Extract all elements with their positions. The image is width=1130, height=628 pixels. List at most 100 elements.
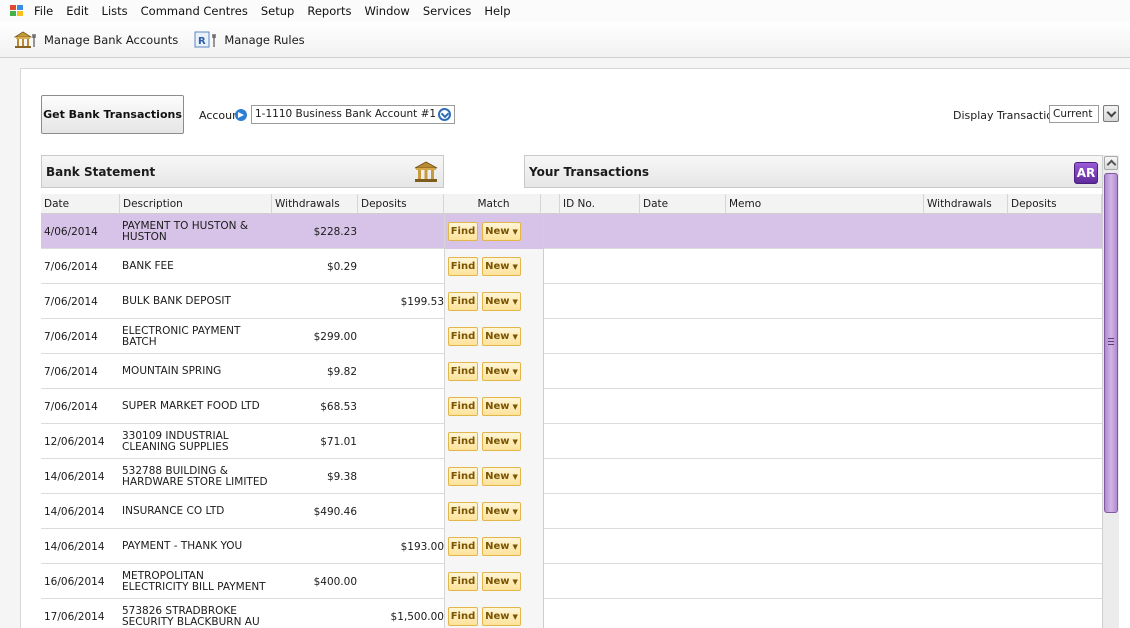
new-button[interactable]: New ▼ xyxy=(482,327,521,346)
new-button[interactable]: New ▼ xyxy=(482,362,521,381)
row-withdrawal xyxy=(273,599,357,628)
caret-down-icon: ▼ xyxy=(512,367,518,376)
menu-window[interactable]: Window xyxy=(364,4,409,18)
row-description: PAYMENT - THANK YOU xyxy=(122,540,243,552)
row-deposit: $193.00 xyxy=(400,540,444,553)
table-row[interactable]: 7/06/2014 BANK FEE $0.29 Find New ▼ xyxy=(41,249,1102,284)
new-button[interactable]: New ▼ xyxy=(482,257,521,276)
table-row[interactable]: 7/06/2014 BULK BANK DEPOSIT $199.53 Find New… xyxy=(41,284,1102,319)
table-row[interactable]: 4/06/2014 PAYMENT TO HUSTON & HUSTON $228.… xyxy=(41,214,1102,249)
row-withdrawal xyxy=(273,284,357,319)
col-flag[interactable] xyxy=(541,194,560,214)
caret-down-icon: ▼ xyxy=(512,332,518,341)
col-id-no[interactable]: ID No. xyxy=(560,194,640,214)
find-button[interactable]: Find xyxy=(448,327,478,346)
menu-file[interactable]: File xyxy=(34,4,53,18)
scroll-up-icon[interactable] xyxy=(1104,156,1118,170)
row-description: ELECTRONIC PAYMENT BATCH xyxy=(122,324,241,348)
col-your-withdrawals[interactable]: Withdrawals xyxy=(924,194,1008,214)
account-arrow-icon[interactable] xyxy=(235,109,247,121)
menu-services[interactable]: Services xyxy=(423,4,472,18)
account-select[interactable]: 1-1110 Business Bank Account #1 xyxy=(251,105,455,124)
find-button[interactable]: Find xyxy=(448,222,478,241)
find-button[interactable]: Find xyxy=(448,502,478,521)
table-row[interactable]: 17/06/2014 573826 STRADBROKE SECURITY BLA… xyxy=(41,599,1102,628)
find-button[interactable]: Find xyxy=(448,257,478,276)
find-button[interactable]: Find xyxy=(448,467,478,486)
table-row[interactable]: 7/06/2014 MOUNTAIN SPRING $9.82 Find New ▼ xyxy=(41,354,1102,389)
get-bank-transactions-button[interactable]: Get Bank Transactions xyxy=(41,95,184,134)
find-button[interactable]: Find xyxy=(448,537,478,556)
menu-reports[interactable]: Reports xyxy=(307,4,351,18)
your-transactions-title: Your Transactions xyxy=(529,164,650,179)
find-button[interactable]: Find xyxy=(448,397,478,416)
menu-command-centres[interactable]: Command Centres xyxy=(141,4,248,18)
table-row[interactable]: 14/06/2014 532788 BUILDING & HARDWARE STO… xyxy=(41,459,1102,494)
find-button[interactable]: Find xyxy=(448,607,478,626)
new-button-label: New xyxy=(485,331,510,342)
row-date: 14/06/2014 xyxy=(44,505,105,518)
row-withdrawal: $9.38 xyxy=(326,470,357,483)
row-date: 4/06/2014 xyxy=(44,225,98,238)
row-deposit xyxy=(360,494,444,529)
chevron-down-icon[interactable] xyxy=(438,108,451,121)
row-match: Find New ▼ xyxy=(444,494,544,529)
scroll-thumb[interactable] xyxy=(1104,173,1118,513)
table-row[interactable]: 14/06/2014 INSURANCE CO LTD $490.46 Find New… xyxy=(41,494,1102,529)
col-withdrawals[interactable]: Withdrawals xyxy=(272,194,358,214)
ar-badge-icon[interactable]: AR xyxy=(1074,162,1098,184)
col-memo[interactable]: Memo xyxy=(726,194,924,214)
find-button[interactable]: Find xyxy=(448,292,478,311)
row-description: 330109 INDUSTRIAL CLEANING SUPPLIES xyxy=(122,429,229,453)
row-match: Find New ▼ xyxy=(444,319,544,354)
new-button[interactable]: New ▼ xyxy=(482,607,521,626)
row-withdrawal: $0.29 xyxy=(326,260,357,273)
row-withdrawal: $299.00 xyxy=(313,330,357,343)
new-button[interactable]: New ▼ xyxy=(482,397,521,416)
table-row[interactable]: 7/06/2014 SUPER MARKET FOOD LTD $68.53 Find… xyxy=(41,389,1102,424)
col-date[interactable]: Date xyxy=(41,194,120,214)
menu-edit[interactable]: Edit xyxy=(66,4,88,18)
row-date: 14/06/2014 xyxy=(44,470,105,483)
row-description: METROPOLITAN ELECTRICITY BILL PAYMENT xyxy=(122,569,266,593)
row-date: 14/06/2014 xyxy=(44,540,105,553)
col-select[interactable] xyxy=(524,194,541,214)
your-transactions-column-headers: ID No. Date Memo Withdrawals Deposits xyxy=(524,194,1102,214)
menu-lists[interactable]: Lists xyxy=(102,4,128,18)
row-deposit xyxy=(360,389,444,424)
find-button[interactable]: Find xyxy=(448,362,478,381)
find-button[interactable]: Find xyxy=(448,432,478,451)
new-button-label: New xyxy=(485,366,510,377)
new-button[interactable]: New ▼ xyxy=(482,537,521,556)
new-button[interactable]: New ▼ xyxy=(482,572,521,591)
new-button[interactable]: New ▼ xyxy=(482,432,521,451)
new-button[interactable]: New ▼ xyxy=(482,467,521,486)
row-description: 532788 BUILDING & HARDWARE STORE LIMITED xyxy=(122,464,268,488)
display-dropdown-button[interactable] xyxy=(1103,105,1119,122)
menu-help[interactable]: Help xyxy=(484,4,510,18)
col-your-deposits[interactable]: Deposits xyxy=(1008,194,1102,214)
row-date: 12/06/2014 xyxy=(44,435,105,448)
app-icon[interactable] xyxy=(10,5,24,17)
new-button[interactable]: New ▼ xyxy=(482,222,521,241)
manage-bank-accounts-button[interactable]: Manage Bank Accounts xyxy=(14,31,178,49)
col-your-date[interactable]: Date xyxy=(640,194,726,214)
table-row[interactable]: 16/06/2014 METROPOLITAN ELECTRICITY BILL … xyxy=(41,564,1102,599)
table-row[interactable]: 7/06/2014 ELECTRONIC PAYMENT BATCH $299.00… xyxy=(41,319,1102,354)
col-description[interactable]: Description xyxy=(120,194,272,214)
display-transactions-select[interactable]: Current xyxy=(1049,105,1099,123)
vertical-scrollbar[interactable] xyxy=(1102,155,1119,628)
row-match: Find New ▼ xyxy=(444,389,544,424)
manage-rules-button[interactable]: R Manage Rules xyxy=(194,31,305,49)
col-deposits[interactable]: Deposits xyxy=(358,194,444,214)
find-button[interactable]: Find xyxy=(448,572,478,591)
menu-setup[interactable]: Setup xyxy=(261,4,294,18)
table-row[interactable]: 12/06/2014 330109 INDUSTRIAL CLEANING SUP… xyxy=(41,424,1102,459)
row-deposit xyxy=(360,354,444,389)
table-row[interactable]: 14/06/2014 PAYMENT - THANK YOU $193.00 Find… xyxy=(41,529,1102,564)
row-description: PAYMENT TO HUSTON & HUSTON xyxy=(122,219,249,243)
new-button[interactable]: New ▼ xyxy=(482,292,521,311)
new-button[interactable]: New ▼ xyxy=(482,502,521,521)
row-description: 573826 STRADBROKE SECURITY BLACKBURN AU xyxy=(122,604,260,628)
row-date: 7/06/2014 xyxy=(44,400,98,413)
